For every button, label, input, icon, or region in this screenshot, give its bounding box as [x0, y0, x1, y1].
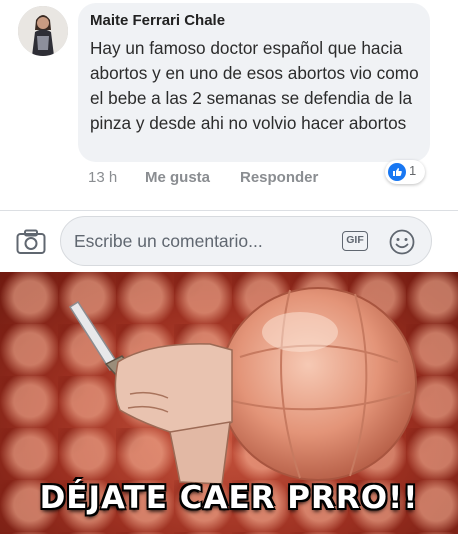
reaction-count: 1 — [409, 163, 417, 178]
comment-input[interactable]: Escribe un comentario... GIF — [60, 216, 432, 266]
divider — [0, 210, 458, 211]
meme-caption: DÉJATE CAER PRRO!! — [39, 480, 419, 516]
meme-image: DÉJATE CAER PRRO!! — [0, 272, 458, 534]
comment-text: Hay un famoso doctor español que hacia a… — [90, 38, 419, 133]
comment-input-placeholder: Escribe un comentario... — [74, 231, 263, 251]
comment-author[interactable]: Maite Ferrari Chale — [90, 12, 225, 29]
comment-actions: 13 h Me gusta Responder — [88, 167, 428, 189]
smiley-icon[interactable] — [389, 229, 415, 255]
comment-bubble: Maite Ferrari Chale Hay un famoso doctor… — [78, 3, 430, 162]
comment-section: Maite Ferrari Chale Hay un famoso doctor… — [0, 0, 458, 272]
hand-with-knife — [68, 300, 233, 485]
comment-timestamp[interactable]: 13 h — [88, 169, 117, 186]
avatar[interactable] — [18, 6, 68, 56]
thumbs-up-icon — [388, 163, 406, 181]
camera-icon[interactable] — [16, 229, 46, 255]
reaction-badge[interactable]: 1 — [385, 160, 425, 184]
like-button[interactable]: Me gusta — [145, 169, 210, 186]
reply-button[interactable]: Responder — [240, 169, 318, 186]
embryo-sphere — [219, 287, 417, 481]
gif-button[interactable]: GIF — [342, 231, 368, 251]
